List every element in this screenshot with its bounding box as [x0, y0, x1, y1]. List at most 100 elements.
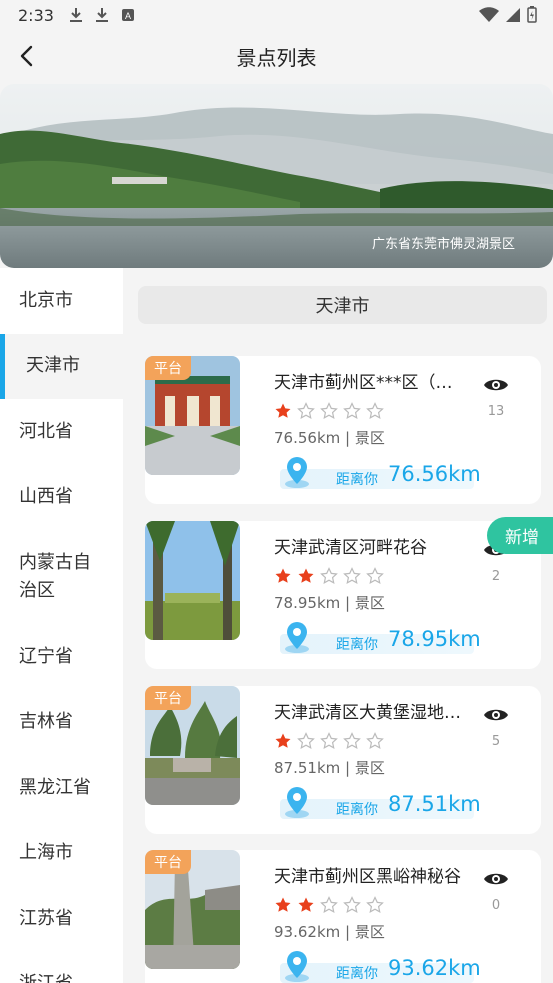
view-count: 0 — [481, 870, 511, 913]
views-count: 0 — [491, 898, 501, 913]
star-empty-icon — [320, 896, 338, 913]
star-filled-icon — [275, 733, 291, 748]
sidebar-item-liaoning[interactable]: 辽宁省 — [0, 624, 123, 690]
status-bar: 2:33 A — [0, 0, 553, 30]
sidebar-item-hebei[interactable]: 河北省 — [0, 399, 123, 465]
platform-tag: 平台 — [145, 850, 191, 874]
distance-value: 78.95km — [388, 627, 481, 651]
attraction-thumbnail — [145, 521, 240, 640]
location-pin-icon — [285, 622, 309, 653]
star-filled-icon — [275, 568, 291, 583]
sidebar-item-shanxi[interactable]: 山西省 — [0, 465, 123, 531]
status-time: 2:33 — [18, 5, 54, 25]
attraction-list-panel: 天津市 平台 天津市蓟州区***区（… 76.56km | 景区 距离你 76.… — [123, 268, 553, 983]
distance-label: 距离你 — [336, 472, 378, 488]
sidebar-item-heilongjiang[interactable]: 黑龙江省 — [0, 755, 123, 821]
sidebar-item-label: 江苏省 — [19, 907, 73, 929]
sidebar-item-neimenggu[interactable]: 内蒙古自治区 — [0, 530, 123, 624]
download-icon — [68, 7, 84, 23]
sidebar-item-beijing[interactable]: 北京市 — [0, 268, 123, 334]
distance-category: 76.56km | 景区 — [274, 429, 385, 447]
page-title: 景点列表 — [236, 45, 317, 70]
sidebar-item-label: 山西省 — [19, 486, 73, 508]
sidebar-item-label: 河北省 — [19, 420, 73, 442]
sidebar-item-label: 上海市 — [19, 842, 73, 864]
star-empty-icon — [366, 402, 384, 419]
star-empty-icon — [297, 732, 315, 749]
eye-icon — [484, 709, 508, 721]
banner-image[interactable]: 广东省东莞市佛灵湖景区 — [0, 84, 553, 268]
sidebar-item-label: 辽宁省 — [19, 645, 73, 667]
battery-icon — [527, 6, 537, 23]
star-rating — [274, 732, 384, 750]
banner-caption: 广东省东莞市佛灵湖景区 — [371, 237, 515, 252]
distance-category: 87.51km | 景区 — [274, 759, 385, 777]
new-badge: 新增 — [487, 517, 553, 554]
star-filled-icon — [275, 897, 291, 912]
sidebar-item-label: 吉林省 — [19, 711, 73, 733]
view-count: 13 — [481, 376, 511, 419]
sidebar-item-shanghai[interactable]: 上海市 — [0, 821, 123, 887]
eye-icon — [484, 379, 508, 391]
attraction-card[interactable]: 天津武清区河畔花谷 78.95km | 景区 距离你 78.95km 2 新增 — [145, 517, 553, 669]
star-rating — [274, 402, 384, 420]
star-empty-icon — [343, 402, 361, 419]
province-header-label: 天津市 — [315, 296, 370, 317]
distance-banner: 距离你 76.56km — [274, 457, 481, 491]
star-filled-icon — [298, 568, 314, 583]
view-count: 5 — [481, 706, 511, 749]
attraction-card[interactable]: 平台 天津武清区大黄堡湿地… 87.51km | 景区 距离你 87.51km … — [145, 686, 541, 834]
star-empty-icon — [366, 896, 384, 913]
distance-value: 76.56km — [388, 462, 481, 486]
province-header: 天津市 — [138, 286, 547, 324]
download-icon — [94, 7, 110, 23]
distance-banner: 距离你 93.62km — [274, 951, 481, 983]
star-empty-icon — [297, 402, 315, 419]
province-sidebar: 北京市 天津市 河北省 山西省 内蒙古自治区 辽宁省 吉林省 黑龙江省 上海市 … — [0, 268, 123, 983]
views-count: 2 — [491, 569, 501, 584]
attraction-title: 天津武清区大黄堡湿地… — [274, 703, 461, 723]
distance-label: 距离你 — [336, 966, 378, 982]
svg-text:A: A — [125, 11, 131, 21]
distance-banner: 距离你 87.51km — [274, 787, 481, 821]
sidebar-item-label: 浙江省 — [19, 970, 73, 983]
star-filled-icon — [275, 403, 291, 418]
location-pin-icon — [285, 951, 309, 982]
sidebar-item-label: 北京市 — [19, 289, 73, 311]
sidebar-item-zhejiang[interactable]: 浙江省 — [0, 952, 123, 983]
star-rating — [274, 567, 384, 585]
sidebar-item-label: 内蒙古自治区 — [19, 552, 91, 601]
location-pin-icon — [285, 457, 309, 488]
views-count: 13 — [487, 404, 505, 419]
attraction-thumbnail: 平台 — [145, 850, 240, 969]
star-empty-icon — [320, 732, 338, 749]
star-empty-icon — [320, 402, 338, 419]
star-empty-icon — [366, 732, 384, 749]
attraction-card[interactable]: 平台 天津市蓟州区黑峪神秘谷 93.62km | 景区 距离你 93.62km … — [145, 850, 541, 983]
eye-icon — [484, 873, 508, 885]
attraction-title: 天津武清区河畔花谷 — [274, 538, 427, 558]
attraction-card[interactable]: 平台 天津市蓟州区***区（… 76.56km | 景区 距离你 76.56km… — [145, 356, 541, 504]
distance-label: 距离你 — [336, 802, 378, 818]
sidebar-item-jiangsu[interactable]: 江苏省 — [0, 886, 123, 952]
sidebar-item-jilin[interactable]: 吉林省 — [0, 690, 123, 756]
chevron-left-icon[interactable] — [14, 42, 42, 70]
sidebar-item-tianjin[interactable]: 天津市 — [0, 333, 123, 399]
distance-banner: 距离你 78.95km — [274, 622, 481, 656]
star-empty-icon — [343, 896, 361, 913]
top-nav: 景点列表 — [0, 30, 553, 82]
distance-value: 87.51km — [388, 792, 481, 816]
star-empty-icon — [343, 732, 361, 749]
wifi-icon — [479, 6, 499, 22]
star-empty-icon — [343, 567, 361, 584]
attraction-thumbnail: 平台 — [145, 356, 240, 475]
attraction-title: 天津市蓟州区***区（… — [274, 373, 453, 393]
distance-label: 距离你 — [336, 637, 378, 653]
platform-tag: 平台 — [145, 356, 191, 380]
sidebar-item-label: 黑龙江省 — [19, 776, 91, 798]
location-pin-icon — [285, 787, 309, 818]
platform-tag: 平台 — [145, 686, 191, 710]
star-empty-icon — [320, 567, 338, 584]
notification-app-icon: A — [120, 7, 136, 23]
star-empty-icon — [366, 567, 384, 584]
